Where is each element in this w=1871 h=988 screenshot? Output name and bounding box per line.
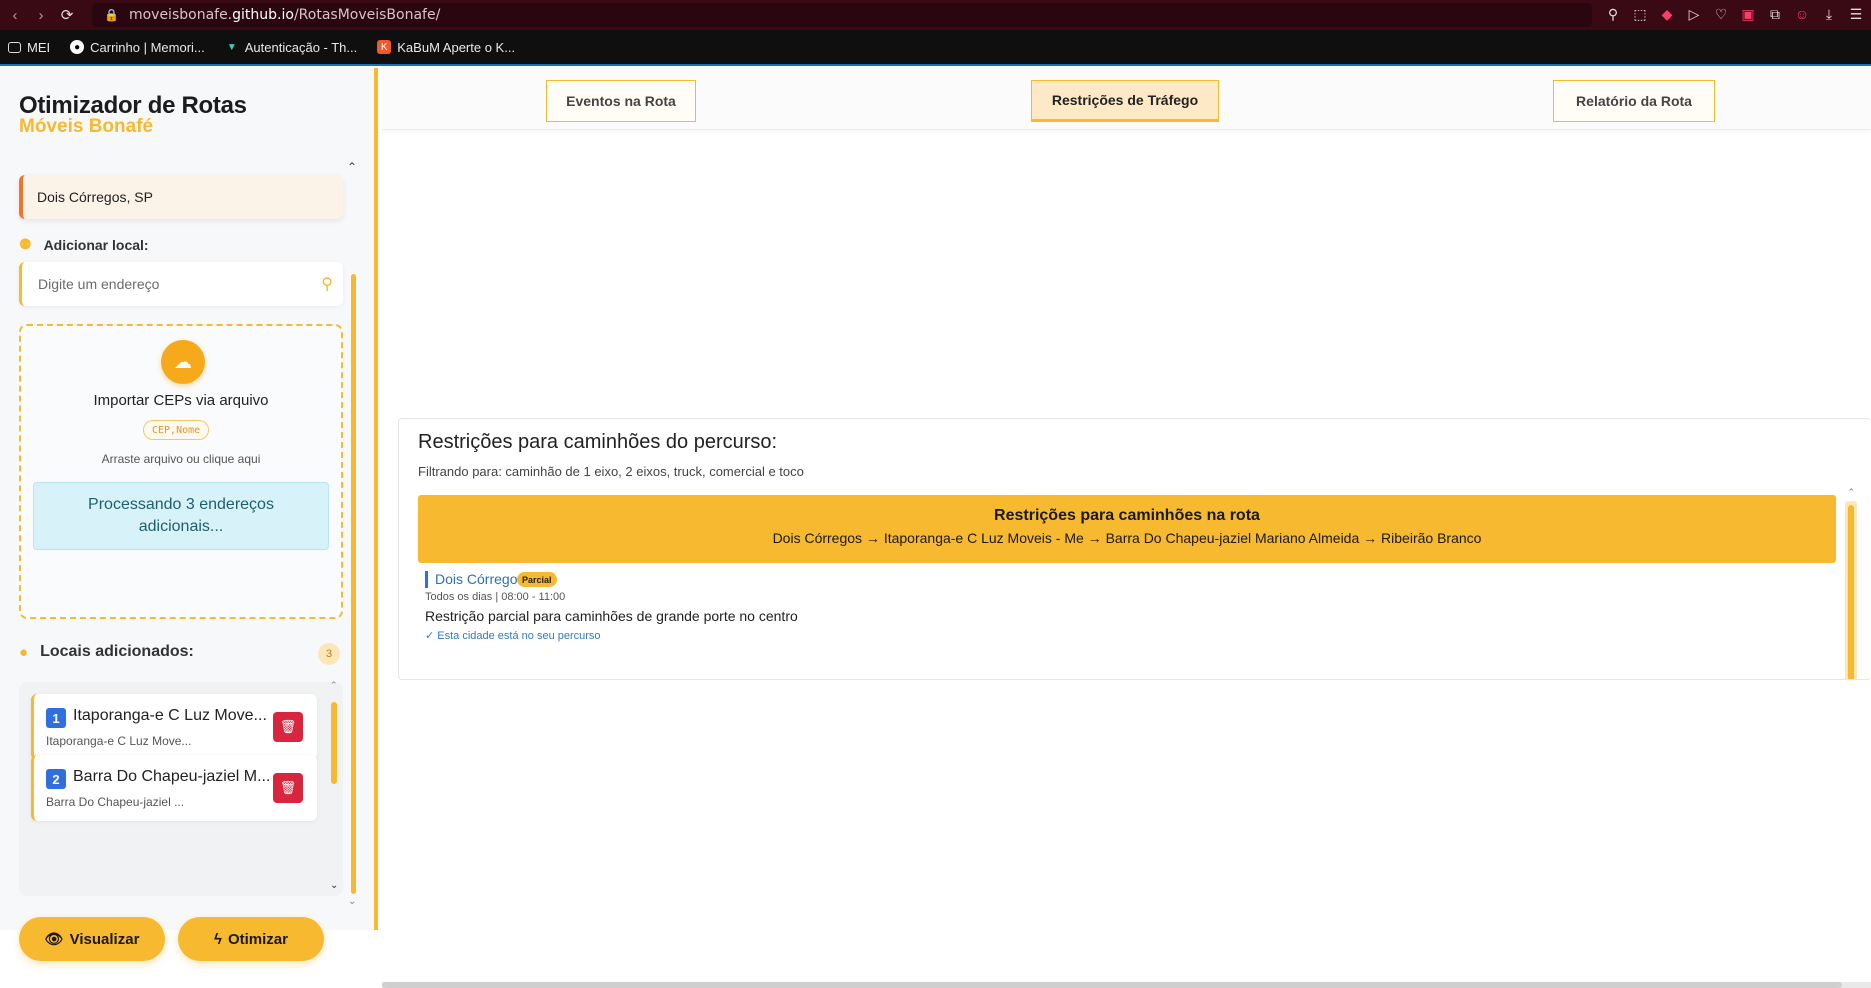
menu-icon[interactable]: ☰ <box>1847 4 1865 24</box>
list-item[interactable]: 1 Itaporanga-e C Luz Move... Itaporanga-… <box>31 694 317 760</box>
person-pin-icon: ⚉ <box>19 236 32 252</box>
bookmark-mei[interactable]: MEI <box>8 40 50 55</box>
reload-icon[interactable]: ⟳ <box>56 4 78 26</box>
restriction-city[interactable]: Dois Córregos <box>435 571 524 587</box>
lightning-icon: ϟ <box>214 930 222 948</box>
list-scrollbar[interactable] <box>331 702 337 784</box>
restriction-accent-bar <box>425 571 428 588</box>
trash-icon[interactable]: 🗑 <box>273 712 303 742</box>
bookmark-autenticacao[interactable]: ▼ Autenticação - Th... <box>225 39 358 55</box>
lock-icon: 🔒 <box>104 8 119 22</box>
import-format-badge: CEP,Nome <box>143 420 210 440</box>
visualize-label: Visualizar <box>69 930 140 948</box>
brand-subtitle: Móveis Bonafé <box>19 116 154 137</box>
restriction-badge: Parcial <box>517 572 557 587</box>
pin-icon[interactable]: ⚲ <box>1604 4 1622 24</box>
locations-list: 1 Itaporanga-e C Luz Move... Itaporanga-… <box>19 682 343 896</box>
download-icon[interactable]: ⤓ <box>1820 4 1838 24</box>
tab-eventos[interactable]: Eventos na Rota <box>546 80 696 122</box>
locations-title: Locais adicionados: <box>40 643 194 660</box>
url-bar[interactable]: 🔒 moveisbonafe. github.io/RotasMoveisBona… <box>92 3 1592 27</box>
url-domain: github.io <box>232 7 294 23</box>
visualize-button[interactable]: 👁 Visualizar <box>19 917 165 961</box>
back-icon[interactable]: ‹ <box>4 4 26 26</box>
bookmark-label: MEI <box>27 39 51 55</box>
location-name: Itaporanga-e C Luz Move... <box>73 707 267 724</box>
optimize-label: Otimizar <box>227 930 288 948</box>
toolbar-icons: ⚲ ⬚ ◆ ▷ ♡ ▣ ⧉ ☺ ⤓ ☰ <box>1604 4 1865 24</box>
search-icon[interactable]: ⚲ <box>321 274 333 294</box>
optimize-button[interactable]: ϟ Otimizar <box>178 917 324 961</box>
main-content: Eventos na Rota Restrições de Tráfego Re… <box>382 68 1871 988</box>
bookmark-label: KaBuM Aperte o K... <box>397 39 516 55</box>
file-dropzone[interactable]: ☁ Importar CEPs via arquivo CEP,Nome Arr… <box>19 324 343 619</box>
address-search: ⚲ <box>19 262 343 306</box>
heart-icon[interactable]: ♡ <box>1712 4 1730 24</box>
extension-badge-icon[interactable]: ▣ <box>1739 4 1757 24</box>
collapse-caret-icon[interactable]: ⌃ <box>347 160 357 174</box>
route-banner: Restrições para caminhões na rota Dois C… <box>418 495 1836 563</box>
address-input[interactable] <box>22 276 302 292</box>
bookmark-label: Carrinho | Memori... <box>90 39 205 55</box>
restriction-note: ✓ Esta cidade está no seu percurso <box>425 630 601 642</box>
origin-card[interactable]: Dois Córregos, SP <box>19 175 343 219</box>
locations-count-badge: 3 <box>318 643 340 665</box>
bookmark-carrinho[interactable]: ● Carrinho | Memori... <box>70 40 205 55</box>
panel-title: Restrições para caminhões do percurso: <box>418 431 778 453</box>
forward-icon[interactable]: › <box>30 4 52 26</box>
trash-icon[interactable]: 🗑 <box>273 773 303 803</box>
screenshot-icon[interactable]: ⬚ <box>1631 4 1649 24</box>
horizontal-scrollbar[interactable] <box>382 982 1871 988</box>
order-badge: 1 <box>46 708 66 728</box>
location-name: Barra Do Chapeu-jaziel M... <box>73 768 271 785</box>
locations-header: ● Locais adicionados: <box>19 643 194 661</box>
panel-scroll-up-icon[interactable]: ⌃ <box>1847 487 1855 498</box>
url-path: /RotasMoveisBonafe/ <box>293 7 441 23</box>
panel-filter: Filtrando para: caminhão de 1 eixo, 2 ei… <box>418 464 804 479</box>
add-location-text: Adicionar local: <box>43 236 149 253</box>
folder-icon <box>8 41 21 53</box>
route-banner-title: Restrições para caminhões na rota <box>994 507 1260 524</box>
restriction-description: Restrição parcial para caminhões de gran… <box>425 608 798 624</box>
sidebar-scrollbar[interactable] <box>351 274 356 894</box>
horizontal-scroll-thumb[interactable] <box>382 982 1842 988</box>
panel-scrollbar[interactable] <box>1848 505 1854 679</box>
site-icon: K <box>377 40 392 54</box>
pocket-icon[interactable]: ◆ <box>1658 4 1676 24</box>
scroll-down-icon[interactable]: ⌄ <box>348 896 356 907</box>
order-badge: 2 <box>46 769 66 789</box>
location-address: Itaporanga-e C Luz Move... <box>46 734 192 748</box>
bookmarks-bar: MEI ● Carrinho | Memori... ▼ Autenticaçã… <box>0 30 1871 66</box>
restrictions-panel: Restrições para caminhões do percurso: F… <box>398 418 1871 680</box>
restriction-time: Todos os dias | 08:00 - 11:00 <box>425 591 566 603</box>
processing-alert: Processando 3 endereços adicionais... <box>33 482 329 550</box>
eye-icon: 👁 <box>44 931 64 948</box>
list-scroll-up-icon[interactable]: ⌃ <box>330 680 338 691</box>
list-scroll-down-icon[interactable]: ⌄ <box>330 880 338 891</box>
tab-restricoes[interactable]: Restrições de Tráfego <box>1031 80 1219 122</box>
browser-toolbar: ‹ › ⟳ 🔒 moveisbonafe. github.io/RotasMove… <box>0 0 1871 30</box>
site-icon: ● <box>70 40 85 54</box>
location-address: Barra Do Chapeu-jaziel ... <box>46 795 185 809</box>
import-title: Importar CEPs via arquivo <box>93 392 269 409</box>
bookmark-kabum[interactable]: K KaBuM Aperte o K... <box>377 40 515 55</box>
add-location-label: ⚉ Adicionar local: <box>19 236 149 253</box>
send-icon[interactable]: ▷ <box>1685 4 1703 24</box>
cloud-upload-icon[interactable]: ☁ <box>161 340 205 384</box>
url-prefix: moveisbonafe. <box>128 7 233 23</box>
sidebar: Otimizador de Rotas Móveis Bonafé ⌃ Dois… <box>0 68 378 961</box>
import-hint: Arraste arquivo ou clique aqui <box>101 452 261 466</box>
route-banner-path: Dois Córregos → Itaporanga-e C Luz Movei… <box>772 530 1482 546</box>
bookmark-label: Autenticação - Th... <box>244 39 358 55</box>
tab-relatorio[interactable]: Relatório da Rota <box>1553 80 1715 122</box>
site-icon: ▼ <box>226 41 237 53</box>
location-pin-icon: ● <box>19 643 29 661</box>
account-icon[interactable]: ☺ <box>1793 4 1811 24</box>
extensions-icon[interactable]: ⧉ <box>1766 4 1784 24</box>
tabs-bar: Eventos na Rota Restrições de Tráfego Re… <box>382 68 1871 130</box>
list-item[interactable]: 2 Barra Do Chapeu-jaziel M... Barra Do C… <box>31 755 317 821</box>
